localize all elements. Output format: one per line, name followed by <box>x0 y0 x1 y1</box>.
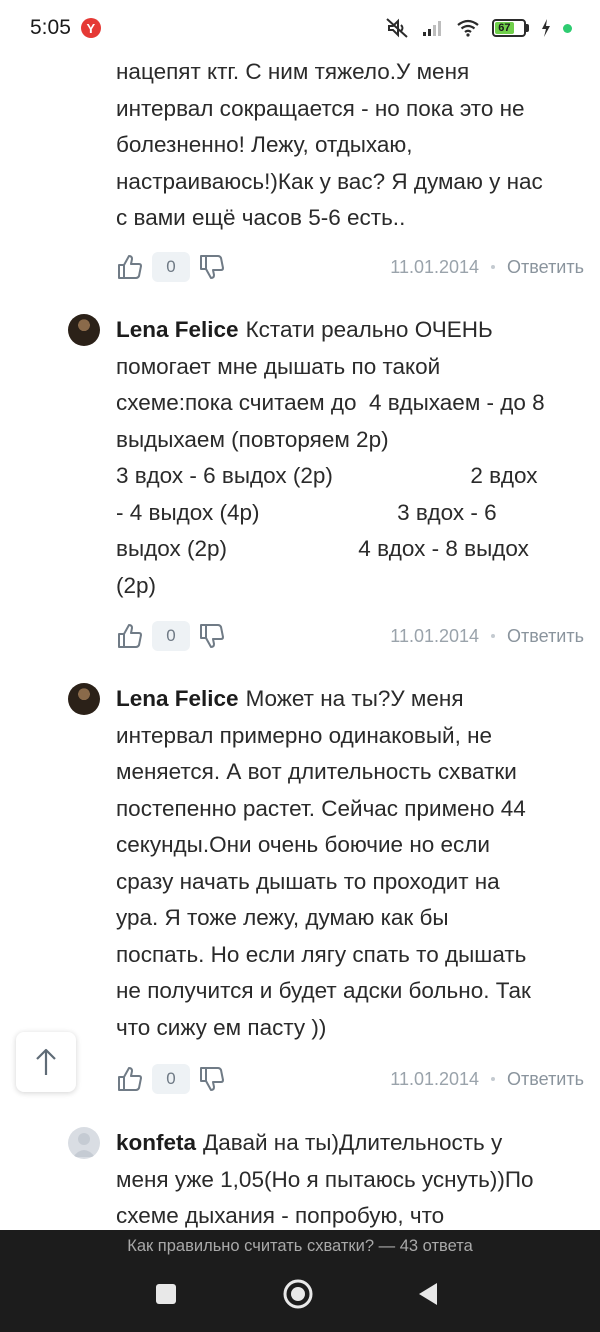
comment-author[interactable]: Lena Felice <box>116 317 239 342</box>
reply-button[interactable]: Ответить <box>507 626 584 647</box>
meta-separator <box>491 634 496 638</box>
status-right: 67 <box>384 17 572 39</box>
reply-button[interactable]: Ответить <box>507 257 584 278</box>
bottom-bar: Как правильно считать схватки? — 43 отве… <box>0 1230 600 1332</box>
comment-date: 11.01.2014 <box>390 1068 480 1089</box>
likes-count: 0 <box>152 252 190 282</box>
wifi-icon <box>457 19 479 37</box>
status-bar: 5:05 Y 67 <box>0 0 600 56</box>
mute-icon <box>386 18 408 38</box>
dislike-thumb-down-icon[interactable] <box>196 1063 228 1095</box>
comment-text: нацепят ктг. С ним тяжело.У меня интерва… <box>116 59 543 230</box>
comment-text: Может на ты?У меня интервал примерно оди… <box>116 686 531 1040</box>
battery-level: 67 <box>495 22 514 34</box>
reply-button[interactable]: Ответить <box>507 1069 584 1090</box>
status-time: 5:05 <box>30 16 71 39</box>
like-thumb-up-icon[interactable] <box>114 1063 146 1095</box>
comment-meta: 11.01.2014 Ответить <box>390 1069 584 1090</box>
comment-actions: 0 11.01.2014 Ответить <box>114 618 584 654</box>
arrow-up-icon <box>36 1048 56 1075</box>
battery-icon: 67 <box>492 19 529 37</box>
comment-meta: 11.01.2014 Ответить <box>390 257 584 278</box>
likes-count: 0 <box>152 1064 190 1094</box>
charging-icon <box>542 19 550 37</box>
dislike-thumb-down-icon[interactable] <box>196 251 228 283</box>
avatar[interactable] <box>68 314 100 346</box>
comment-date: 11.01.2014 <box>390 625 480 646</box>
avatar[interactable] <box>68 683 100 715</box>
avatar[interactable] <box>68 1127 100 1159</box>
dislike-thumb-down-icon[interactable] <box>196 620 228 652</box>
comment-actions: 0 11.01.2014 Ответить <box>114 1061 584 1097</box>
comment-body: konfeta Давай на ты)Длительность у меня у… <box>116 1125 576 1230</box>
comment-body: Lena Felice Кстати реально ОЧЕНЬ помогает… <box>116 312 576 604</box>
comment-feed[interactable]: нацепят ктг. С ним тяжело.У меня интерва… <box>0 56 600 1230</box>
recents-square-icon[interactable] <box>146 1274 186 1314</box>
likes-count: 0 <box>152 621 190 651</box>
scroll-to-top-button[interactable] <box>16 1032 76 1092</box>
comment-author[interactable]: konfeta <box>116 1130 196 1155</box>
default-avatar-icon <box>73 1133 95 1157</box>
signal-icon <box>423 21 441 36</box>
comment-meta: 11.01.2014 Ответить <box>390 626 584 647</box>
like-thumb-up-icon[interactable] <box>114 620 146 652</box>
notification-badge-icon: Y <box>80 18 101 38</box>
like-thumb-up-icon[interactable] <box>114 251 146 283</box>
thread-title-link[interactable]: Как правильно считать схватки? — 43 отве… <box>0 1230 600 1262</box>
meta-separator <box>491 1077 496 1081</box>
comment-text: Кстати реально ОЧЕНЬ помогает мне дышать… <box>116 317 545 598</box>
comment-body: Lena Felice Может на ты?У меня интервал п… <box>116 681 576 1046</box>
privacy-indicator-icon <box>563 23 572 33</box>
status-left: 5:05 Y <box>30 16 101 40</box>
back-triangle-icon[interactable] <box>408 1274 448 1314</box>
home-circle-icon[interactable] <box>278 1274 318 1314</box>
comment-actions: 0 11.01.2014 Ответить <box>114 249 584 285</box>
meta-separator <box>491 265 496 269</box>
comment-date: 11.01.2014 <box>390 256 480 277</box>
comment-author[interactable]: Lena Felice <box>116 686 239 711</box>
system-navigation <box>0 1274 600 1314</box>
